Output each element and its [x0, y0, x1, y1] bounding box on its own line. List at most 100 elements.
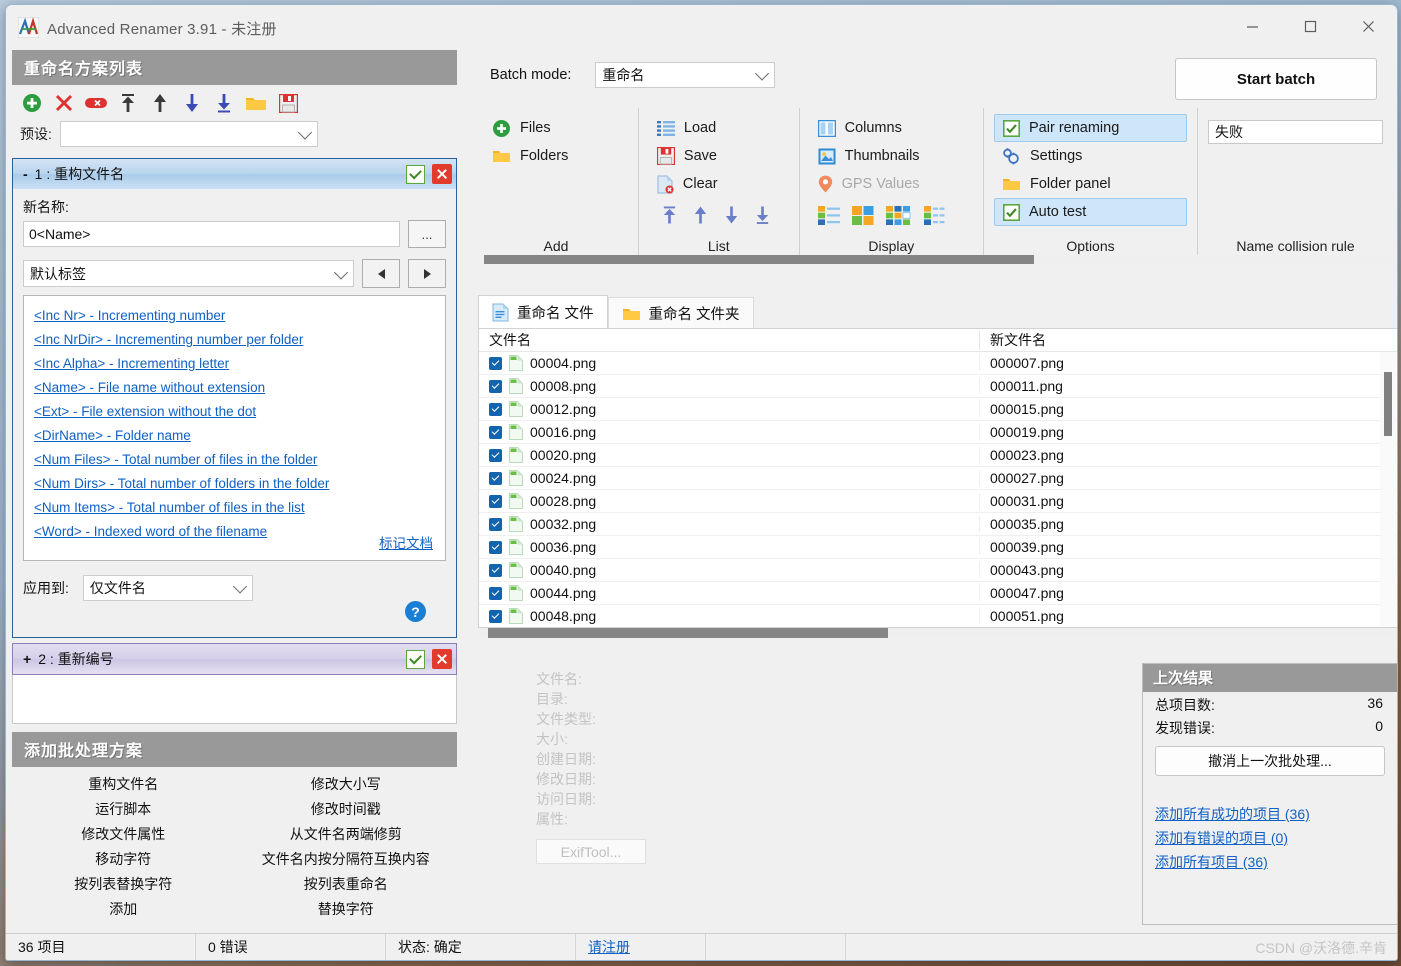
row-checkbox[interactable] — [489, 379, 502, 393]
tag-link[interactable]: <Ext> - File extension without the dot — [34, 400, 256, 424]
tag-link[interactable]: <DirName> - Folder name — [34, 424, 191, 448]
save-icon[interactable] — [276, 91, 300, 115]
add-method-item[interactable]: 按列表重命名 — [235, 874, 458, 894]
newname-input[interactable]: 0<Name> — [23, 221, 400, 247]
tag-link[interactable]: <Inc NrDir> - Incrementing number per fo… — [34, 328, 303, 352]
method-2-enabled-checkbox[interactable] — [406, 649, 425, 669]
row-checkbox[interactable] — [489, 517, 502, 531]
table-row[interactable]: 00028.png 000031.png — [479, 490, 1397, 513]
row-checkbox[interactable] — [489, 563, 502, 577]
move-down-icon[interactable] — [180, 91, 204, 115]
tag-link[interactable]: <Inc Alpha> - Incrementing letter — [34, 352, 229, 376]
table-row[interactable]: 00032.png 000035.png — [479, 513, 1397, 536]
ribbon-item-load[interactable]: Load — [649, 114, 789, 142]
add-method-item[interactable]: 文件名内按分隔符互换内容 — [235, 849, 458, 869]
row-checkbox[interactable] — [489, 586, 502, 600]
tag-prev-button[interactable] — [362, 259, 400, 288]
register-link[interactable]: 请注册 — [588, 937, 630, 957]
column-header-filename[interactable]: 文件名 — [479, 330, 979, 350]
column-header-newname[interactable]: 新文件名 — [979, 330, 1397, 350]
row-checkbox[interactable] — [489, 540, 502, 554]
remove-method-icon[interactable] — [52, 91, 76, 115]
move-top-icon[interactable] — [661, 205, 678, 225]
table-row[interactable]: 00016.png 000019.png — [479, 421, 1397, 444]
file-list-horizontal-scrollbar[interactable] — [478, 628, 1397, 638]
apply-to-combo[interactable]: 仅文件名 — [82, 575, 253, 601]
open-folder-icon[interactable] — [244, 91, 268, 115]
exiftool-button[interactable]: ExifTool... — [536, 839, 646, 864]
preset-combo[interactable] — [59, 121, 318, 147]
ribbon-item-pair-renaming[interactable]: Pair renaming — [994, 114, 1188, 142]
tag-link[interactable]: <Num Files> - Total number of files in t… — [34, 448, 317, 472]
minimize-button[interactable] — [1223, 5, 1281, 47]
ribbon-item-folders[interactable]: Folders — [484, 142, 628, 170]
move-down-icon[interactable] — [723, 205, 740, 225]
close-button[interactable] — [1339, 5, 1397, 47]
ribbon-item-auto-test[interactable]: Auto test — [994, 198, 1188, 226]
row-checkbox[interactable] — [489, 356, 502, 370]
add-method-item[interactable]: 替换字符 — [235, 899, 458, 919]
table-row[interactable]: 00012.png 000015.png — [479, 398, 1397, 421]
table-row[interactable]: 00048.png 000051.png — [479, 605, 1397, 627]
ribbon-item-files[interactable]: Files — [484, 114, 628, 142]
table-row[interactable]: 00036.png 000039.png — [479, 536, 1397, 559]
row-checkbox[interactable] — [489, 425, 502, 439]
row-checkbox[interactable] — [489, 402, 502, 416]
move-bottom-icon[interactable] — [212, 91, 236, 115]
add-method-item[interactable]: 运行脚本 — [12, 799, 235, 819]
ribbon-horizontal-scrollbar[interactable] — [484, 255, 1397, 264]
method-2-header[interactable]: + 2 : 重新编号 — [13, 644, 456, 674]
file-list-vertical-scrollbar[interactable] — [1380, 352, 1396, 627]
table-row[interactable]: 00044.png 000047.png — [479, 582, 1397, 605]
row-checkbox[interactable] — [489, 494, 502, 508]
tag-link[interactable]: <Num Dirs> - Total number of folders in … — [34, 472, 329, 496]
add-method-item[interactable]: 添加 — [12, 899, 235, 919]
move-up-icon[interactable] — [148, 91, 172, 115]
move-bottom-icon[interactable] — [754, 205, 771, 225]
tag-link[interactable]: <Name> - File name without extension — [34, 376, 265, 400]
ribbon-item-settings[interactable]: Settings — [994, 142, 1187, 170]
tag-next-button[interactable] — [408, 259, 446, 288]
ribbon-scrollbar-thumb[interactable] — [484, 255, 1034, 264]
method-1-delete-button[interactable] — [432, 164, 452, 184]
method-1-header[interactable]: - 1 : 重构文件名 — [13, 159, 456, 189]
row-checkbox[interactable] — [489, 471, 502, 485]
tag-link[interactable]: <Word> - Indexed word of the filename — [34, 520, 267, 544]
tag-documentation-link[interactable]: 标记文档 — [379, 532, 433, 552]
tag-link[interactable]: <Num Items> - Total number of files in t… — [34, 496, 305, 520]
method-1-collapse-toggle[interactable]: - — [23, 166, 28, 182]
add-method-item[interactable]: 从文件名两端修剪 — [235, 824, 458, 844]
add-method-icon[interactable] — [20, 91, 44, 115]
ribbon-item-gps-values[interactable]: GPS Values — [810, 170, 973, 198]
ribbon-item-columns[interactable]: Columns — [810, 114, 973, 142]
method-2-delete-button[interactable] — [432, 649, 452, 669]
table-row[interactable]: 00040.png 000043.png — [479, 559, 1397, 582]
view-details-icon[interactable] — [923, 206, 946, 225]
undo-last-batch-button[interactable]: 撤消上一次批处理... — [1155, 746, 1385, 776]
ribbon-item-thumbnails[interactable]: Thumbnails — [810, 142, 973, 170]
method-1-enabled-checkbox[interactable] — [406, 164, 425, 184]
add-method-item[interactable]: 修改大小写 — [235, 774, 458, 794]
add-method-item[interactable]: 按列表替换字符 — [12, 874, 235, 894]
add-all-items-link[interactable]: 添加所有项目 (36) — [1155, 850, 1397, 874]
newname-browse-button[interactable]: ... — [408, 220, 446, 248]
table-row[interactable]: 00008.png 000011.png — [479, 375, 1397, 398]
add-method-item[interactable]: 重构文件名 — [12, 774, 235, 794]
scrollbar-thumb[interactable] — [488, 628, 888, 638]
method-2-collapse-toggle[interactable]: + — [23, 651, 31, 667]
move-up-icon[interactable] — [692, 205, 709, 225]
ribbon-item-folder-panel[interactable]: Folder panel — [994, 170, 1187, 198]
table-row[interactable]: 00004.png 000007.png — [479, 352, 1397, 375]
help-icon[interactable]: ? — [405, 601, 426, 622]
view-tiles-icon[interactable] — [851, 206, 874, 225]
ribbon-item-clear[interactable]: Clear — [649, 170, 789, 198]
tab-rename-files[interactable]: 重命名 文件 — [478, 295, 608, 329]
row-checkbox[interactable] — [489, 448, 502, 462]
add-error-items-link[interactable]: 添加有错误的项目 (0) — [1155, 826, 1397, 850]
add-method-item[interactable]: 修改文件属性 — [12, 824, 235, 844]
ribbon-item-save[interactable]: Save — [649, 142, 789, 170]
tag-category-combo[interactable]: 默认标签 — [23, 260, 354, 287]
batch-mode-combo[interactable]: 重命名 — [595, 62, 776, 88]
view-grid-icon[interactable] — [885, 206, 912, 225]
add-successful-items-link[interactable]: 添加所有成功的项目 (36) — [1155, 802, 1397, 826]
